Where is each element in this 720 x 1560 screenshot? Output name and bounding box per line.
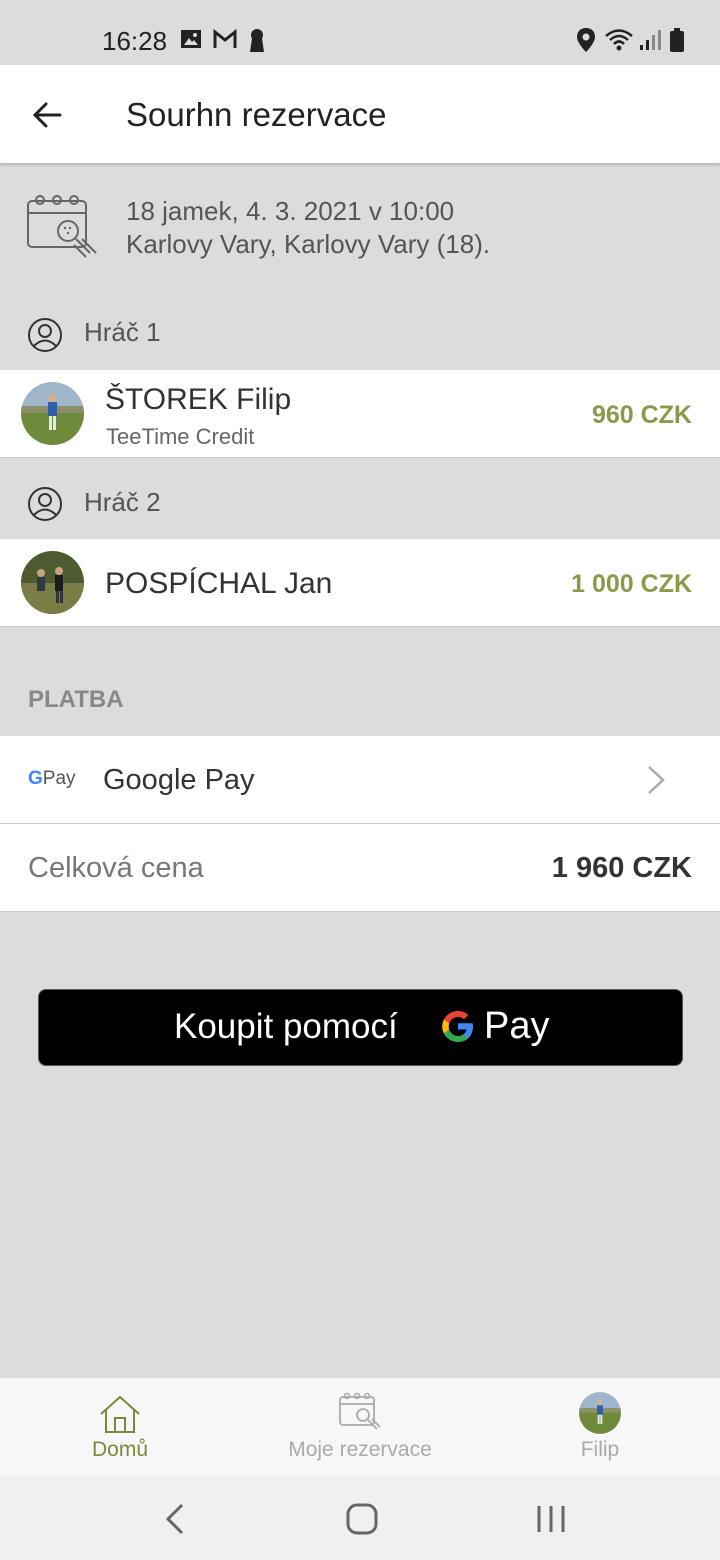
page-title: Sourhn rezervace (126, 96, 387, 133)
player-name: ŠTOREK Filip (105, 383, 292, 416)
player-row-2[interactable]: POSPÍCHAL Jan 1 000 CZK (0, 539, 720, 627)
location-icon (577, 28, 595, 52)
avatar (579, 1392, 621, 1434)
player-row-1[interactable]: ŠTOREK Filip TeeTime Credit 960 CZK (0, 370, 720, 458)
player-header-label: Hráč 1 (84, 317, 161, 347)
google-g-icon (442, 1011, 473, 1042)
person-icon (28, 487, 62, 521)
gallery-icon (181, 30, 201, 48)
player-payment-source: TeeTime Credit (106, 424, 255, 449)
nav-my-reservations-label: Moje rezervace (288, 1438, 432, 1461)
nav-home-label: Domů (91, 1438, 149, 1461)
payment-method-name: Google Pay (103, 764, 255, 796)
player-header-2: Hráč 2 (0, 465, 720, 540)
avatar (21, 382, 84, 445)
nav-item-profile[interactable]: Filip (520, 1378, 680, 1476)
nav-item-home[interactable]: Domů (40, 1378, 200, 1476)
calendar-golf-icon (339, 1392, 381, 1430)
buy-button-pay-text: Pay (484, 1005, 550, 1047)
google-g-letter: G (28, 768, 43, 789)
back-icon[interactable] (162, 1502, 188, 1536)
buy-with-google-pay-button[interactable]: Koupit pomocí Pay (38, 989, 683, 1066)
booking-course: Karlovy Vary, Karlovy Vary (18). (126, 229, 491, 259)
booking-summary: 18 jamek, 4. 3. 2021 v 10:00 Karlovy Var… (0, 163, 720, 295)
chevron-right-icon (648, 766, 665, 794)
player-header-1: Hráč 1 (0, 295, 720, 370)
home-icon (100, 1395, 140, 1433)
back-arrow-icon[interactable] (26, 93, 70, 137)
system-navigation-bar (0, 1476, 720, 1560)
total-price-value: 1 960 CZK (551, 852, 692, 884)
recent-apps-icon[interactable] (534, 1504, 568, 1534)
bottom-navigation: Domů Moje rezervace Filip (0, 1378, 720, 1476)
avatar (21, 551, 84, 614)
app-bar: Sourhn rezervace (0, 65, 720, 163)
home-button-icon[interactable] (345, 1502, 379, 1536)
person-icon (28, 318, 62, 352)
player-header-label: Hráč 2 (84, 487, 161, 517)
wifi-icon (605, 29, 633, 51)
player-price: 1 000 CZK (571, 570, 692, 598)
total-price-row: Celková cena 1 960 CZK (0, 824, 720, 912)
nav-item-my-reservations[interactable]: Moje rezervace (260, 1378, 460, 1476)
keyhole-icon (250, 29, 264, 52)
status-time: 16:28 (102, 26, 168, 56)
player-name: POSPÍCHAL Jan (105, 567, 333, 600)
nav-profile-label: Filip (580, 1438, 620, 1461)
booking-date: 18 jamek, 4. 3. 2021 v 10:00 (126, 196, 455, 226)
calendar-golf-icon (27, 195, 97, 258)
payment-section-label: PLATBA (28, 686, 124, 713)
player-price: 960 CZK (591, 401, 692, 429)
buy-button-label: Koupit pomocí (174, 1007, 398, 1046)
pay-text: Pay (42, 768, 76, 789)
payment-method-row[interactable]: GPay Google Pay (0, 736, 720, 824)
signal-icon (640, 30, 661, 50)
google-pay-logo: GPay (28, 768, 76, 790)
battery-icon (670, 28, 684, 52)
gmail-icon (213, 28, 237, 48)
total-price-label: Celková cena (28, 852, 204, 884)
status-bar: 16:28 (0, 0, 720, 65)
